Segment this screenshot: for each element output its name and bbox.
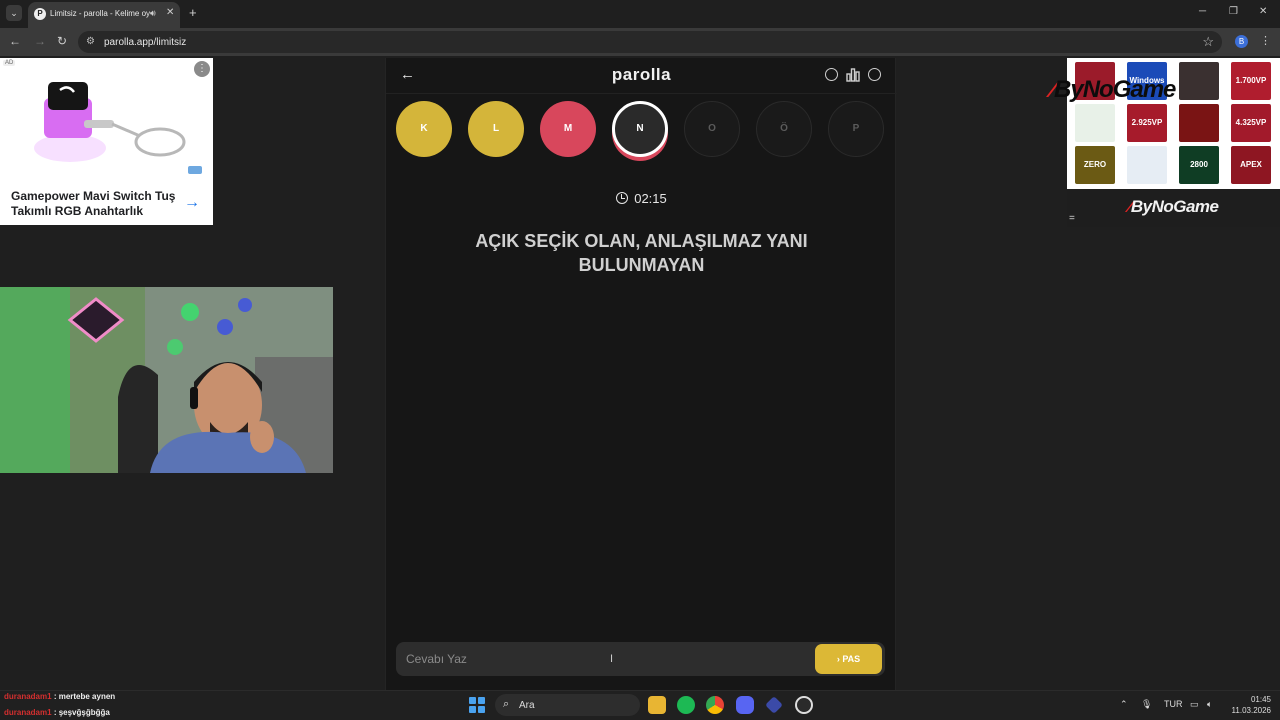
clock-date: 11.03.2026 — [1231, 706, 1271, 715]
stats-chart-icon[interactable] — [846, 68, 860, 82]
bynogame-logo: ⁄ByNoGame — [1051, 76, 1176, 103]
letter-bubble-wrong: M — [540, 101, 596, 157]
site-info-icon[interactable]: ⚙ — [86, 36, 95, 47]
url-text: parolla.app/limitsiz — [104, 37, 187, 48]
keychain-product-image — [34, 82, 202, 174]
chat-line: duranadam1 : mertebe aynen — [4, 689, 115, 705]
obs-icon[interactable] — [795, 696, 813, 714]
minimize-icon[interactable]: ─ — [1199, 6, 1206, 17]
ad-tile[interactable] — [1075, 104, 1115, 142]
window-close-icon[interactable]: ✕ — [1259, 6, 1267, 17]
answer-bar: I › PAS — [396, 642, 885, 676]
pass-label: PAS — [842, 654, 861, 664]
new-tab-button[interactable]: + — [189, 5, 197, 20]
chrome-icon[interactable] — [706, 696, 724, 714]
chat-username: duranadam1 — [4, 692, 52, 701]
advertisement-right[interactable]: Windows 1.700VP 2.925VP 4.325VP ZERO 280… — [1051, 58, 1280, 189]
tab-search-chevron-icon[interactable]: ⌄ — [6, 5, 22, 21]
forward-arrow-icon[interactable]: → — [34, 34, 46, 48]
answer-input[interactable] — [396, 642, 806, 676]
tab-close-icon[interactable]: ✕ — [166, 7, 174, 18]
letter-bubble-pending: Ö — [756, 101, 812, 157]
browser-toolbar: ← → ↻ ⚙ parolla.app/limitsiz ☆ B ⋮ — [0, 28, 1280, 56]
windows-taskbar: ⌕ Ara ⌃ 🎙︎ TUR ▭ 🔈︎ 01:45 11.03.2026 — [0, 690, 1280, 720]
profile-avatar[interactable]: B — [1235, 35, 1248, 48]
reload-icon[interactable]: ↻ — [57, 34, 67, 48]
network-icon[interactable]: ▭ — [1190, 699, 1199, 710]
timer-value: 02:15 — [634, 191, 667, 206]
info-icon[interactable] — [825, 68, 838, 81]
volume-icon[interactable]: 🔈︎ — [1207, 699, 1212, 710]
chevron-right-icon: › — [836, 654, 840, 664]
ad-tile[interactable]: 1.700VP — [1231, 62, 1271, 100]
user-profile-icon[interactable] — [868, 68, 881, 81]
bynogame-banner[interactable]: ⁄ByNoGame — [1067, 189, 1280, 227]
chat-username: duranadam1 — [4, 708, 52, 717]
tab-title: Limitsiz - parolla - Kelime oyunu — [50, 9, 150, 18]
address-bar[interactable]: ⚙ parolla.app/limitsiz ☆ — [78, 31, 1222, 53]
letter-bubble-pending: P — [828, 101, 884, 157]
stream-chat-overlay: duranadam1 : mertebe aynen duranadam1 : … — [4, 689, 115, 720]
webcam-overlay — [0, 287, 333, 473]
clock-icon — [616, 192, 629, 204]
taskbar-clock[interactable]: 01:45 11.03.2026 — [1225, 694, 1271, 716]
speaker-icon[interactable]: 🔊︎ — [150, 8, 156, 19]
countdown-timer: 02:15 — [386, 191, 897, 206]
browser-menu-icon[interactable]: ⋮ — [1260, 34, 1271, 47]
letter-bubble-current: N — [612, 101, 668, 157]
language-indicator[interactable]: TUR — [1164, 699, 1183, 709]
bookmark-star-icon[interactable]: ☆ — [1202, 34, 1214, 50]
spotify-icon[interactable] — [677, 696, 695, 714]
pass-button[interactable]: › PAS — [815, 644, 882, 674]
ad-tile[interactable]: 2800 — [1179, 146, 1219, 184]
chat-message: : şeşvğşğbğğa — [53, 708, 110, 717]
ad-tile[interactable]: ZERO — [1075, 146, 1115, 184]
windows-start-icon[interactable] — [469, 697, 485, 713]
question-text: AÇIK SEÇİK OLAN, ANLAŞILMAZ YANI BULUNMA… — [475, 231, 808, 275]
streamer-webcam-image — [0, 287, 333, 473]
taskbar-search[interactable]: ⌕ Ara — [495, 694, 640, 716]
discord-icon[interactable] — [736, 696, 754, 714]
clock-time: 01:45 — [1250, 695, 1271, 704]
ad-tile[interactable] — [1179, 104, 1219, 142]
letter-bubble-correct: L — [468, 101, 524, 157]
chat-message: : mertebe aynen — [53, 692, 116, 701]
app-diamond-icon[interactable] — [765, 696, 783, 714]
ad-tile[interactable] — [1127, 146, 1167, 184]
parolla-app: ← parolla K L M N O Ö P 02:15 AÇIK SEÇİK… — [385, 58, 897, 690]
ad-tile[interactable]: 4.325VP — [1231, 104, 1271, 142]
chat-line: duranadam1 : şeşvğşğbğğa — [4, 705, 115, 720]
letter-bubble-correct: K — [396, 101, 452, 157]
app-header: ← parolla — [386, 58, 897, 94]
browser-tabbar: ⌄ P Limitsiz - parolla - Kelime oyunu 🔊︎… — [0, 0, 1280, 28]
ad-tile[interactable]: APEX — [1231, 146, 1271, 184]
search-label: Ara — [519, 700, 535, 711]
page-title: parolla — [611, 65, 672, 84]
letter-bubble-pending: O — [684, 101, 740, 157]
microphone-icon[interactable]: 🎙︎ — [1141, 699, 1152, 710]
back-arrow-icon[interactable]: ← — [9, 34, 21, 48]
bynogame-banner-logo: ⁄ByNoGame — [1128, 197, 1219, 216]
browser-tab-active[interactable]: P Limitsiz - parolla - Kelime oyunu 🔊︎ ✕ — [28, 2, 180, 28]
ad-title[interactable]: Gamepower Mavi Switch Tuş Takımlı RGB An… — [11, 189, 176, 219]
search-icon: ⌕ — [503, 698, 510, 710]
overlay-equals-icon: = — [1069, 213, 1075, 224]
ad-tile[interactable]: 2.925VP — [1127, 104, 1167, 142]
ad-arrow-icon[interactable]: → — [184, 194, 200, 212]
file-explorer-icon[interactable] — [648, 696, 666, 714]
tray-overflow-icon[interactable]: ⌃ — [1120, 699, 1128, 710]
text-cursor-icon: I — [610, 653, 614, 665]
parolla-favicon-icon: P — [34, 8, 46, 20]
ad-tile[interactable] — [1179, 62, 1219, 100]
restore-icon[interactable]: ❐ — [1229, 6, 1238, 17]
advertisement-left[interactable]: AD ⋮ Gamepower Mavi Switch Tuş Takımlı R… — [0, 58, 213, 225]
